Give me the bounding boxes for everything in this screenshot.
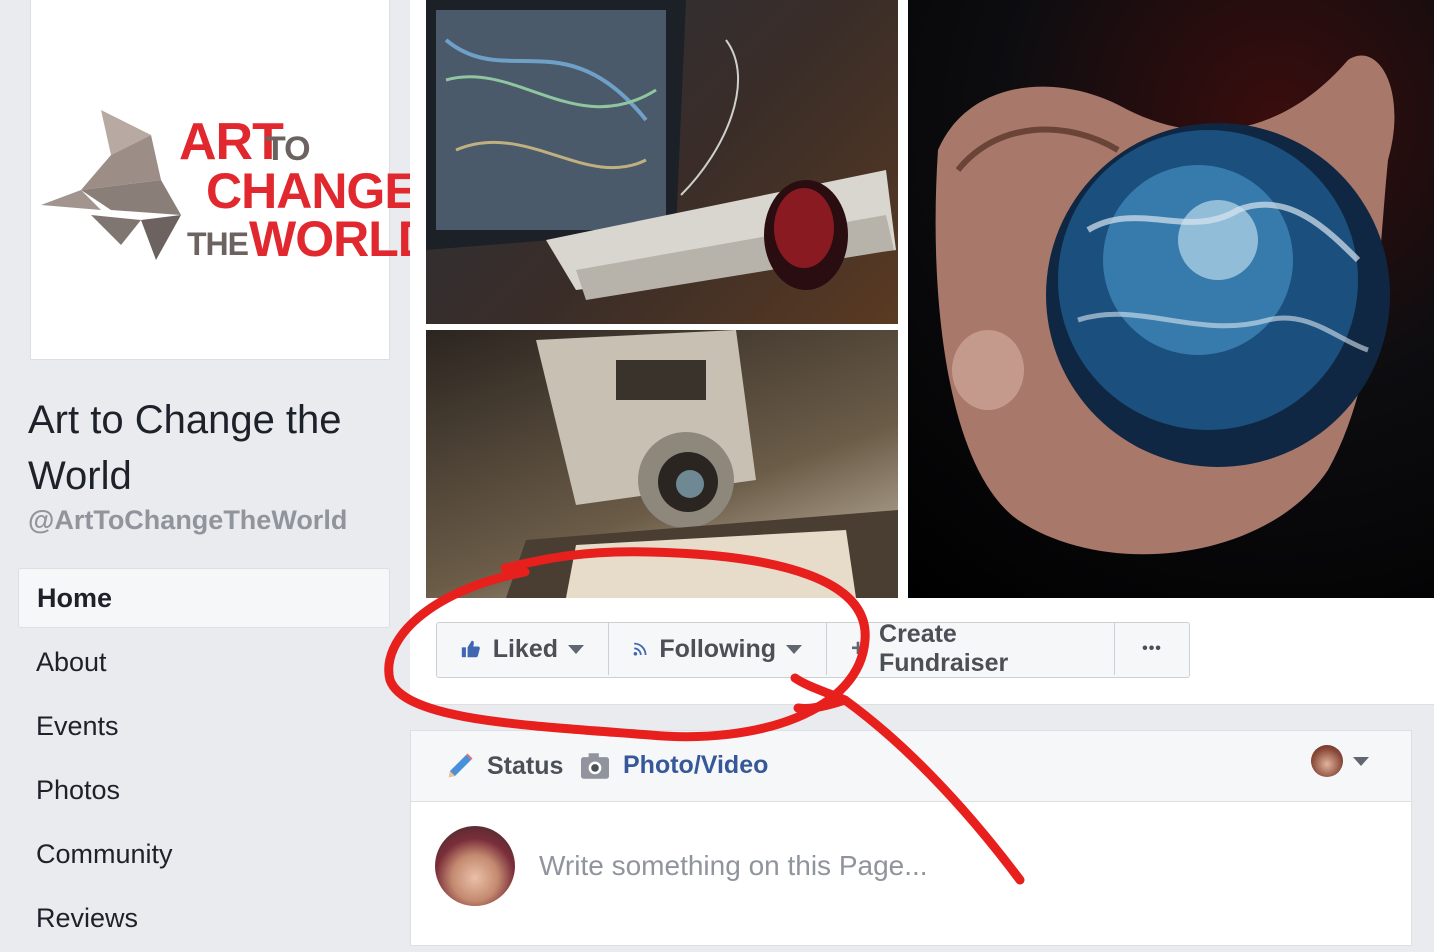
following-label: Following (659, 634, 776, 663)
page-action-bar: Liked Following + Create Fundraiser ••• (410, 598, 1434, 705)
nav-item-home[interactable]: Home (18, 568, 390, 628)
nav-item-photos[interactable]: Photos (18, 760, 390, 824)
avatar (1311, 745, 1343, 777)
logo-text-world: WORLD (249, 211, 434, 267)
chevron-down-icon (786, 644, 802, 654)
nav-item-about[interactable]: About (18, 632, 390, 696)
post-as-selector[interactable] (1311, 745, 1369, 777)
rss-icon (633, 642, 647, 656)
page-title[interactable]: Art to Change the World (28, 392, 388, 504)
page-logo: ART TO CHANGE THE WORLD (41, 110, 434, 270)
avatar (435, 826, 515, 906)
pencil-icon (448, 753, 473, 778)
create-fundraiser-label: Create Fundraiser (879, 620, 1009, 677)
composer-input[interactable]: Write something on this Page... (539, 850, 928, 882)
composer-tabs: Status Photo/Video (411, 731, 1411, 802)
camera-icon (581, 752, 609, 779)
chevron-down-icon (1353, 756, 1369, 766)
liked-button[interactable]: Liked (437, 623, 609, 675)
create-fundraiser-button[interactable]: + Create Fundraiser (827, 620, 1115, 677)
tab-photo-video-label: Photo/Video (623, 751, 769, 779)
post-composer: Status Photo/Video Write something on th… (410, 730, 1412, 946)
thumbs-up-icon (461, 640, 480, 658)
liked-label: Liked (492, 634, 558, 663)
logo-text-change: CHANGE (206, 163, 418, 219)
more-options-button[interactable]: ••• (1115, 623, 1189, 675)
tab-status-label: Status (487, 751, 564, 780)
logo-text-the: THE (187, 226, 249, 262)
cover-image-globe-hand (908, 0, 1434, 598)
page-nav: Home About Events Photos Community Revie… (18, 568, 390, 952)
following-button[interactable]: Following (609, 623, 827, 675)
more-icon: ••• (1142, 640, 1162, 657)
nav-item-community[interactable]: Community (18, 824, 390, 888)
cover-photo[interactable] (410, 0, 1434, 598)
plus-icon: + (851, 635, 866, 662)
tab-photo-video[interactable]: Photo/Video (579, 751, 768, 780)
profile-picture-card[interactable]: ART TO CHANGE THE WORLD (30, 0, 434, 360)
tab-status[interactable]: Status (445, 751, 563, 781)
cover-image-computer (426, 0, 898, 324)
page-username[interactable]: @ArtToChangeTheWorld (28, 505, 347, 536)
logo-text-to: TO (265, 130, 311, 168)
cover-image-camera (426, 330, 898, 598)
composer-body[interactable]: Write something on this Page... (411, 802, 1411, 947)
chevron-down-icon (568, 644, 584, 654)
action-button-group: Liked Following + Create Fundraiser ••• (436, 620, 1190, 678)
nav-item-reviews[interactable]: Reviews (18, 888, 390, 952)
nav-item-events[interactable]: Events (18, 696, 390, 760)
